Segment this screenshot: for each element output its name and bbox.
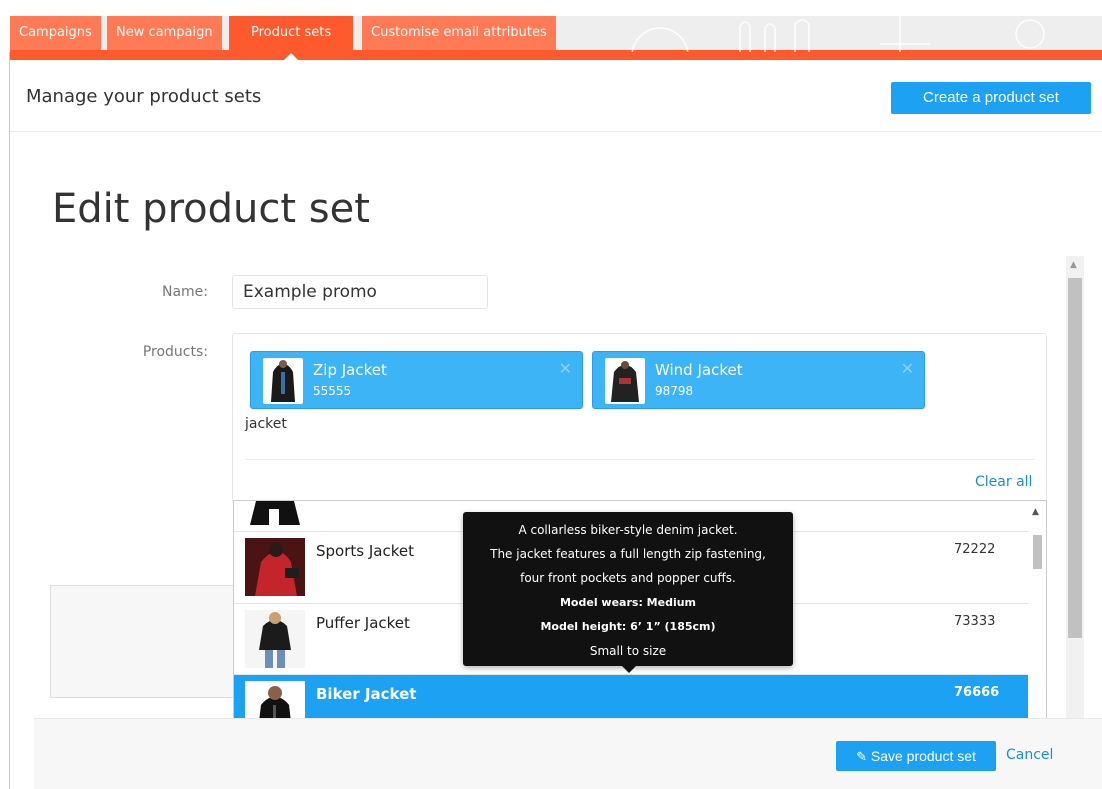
tab-product-sets[interactable]: Product sets — [229, 16, 354, 60]
tooltip-line: A collarless biker-style denim jacket. — [518, 523, 738, 537]
chip-product-id: 98798 — [655, 384, 694, 398]
edit-product-set-title: Edit product set — [52, 186, 370, 232]
product-thumbnail — [245, 610, 305, 668]
clear-all-link[interactable]: Clear all — [975, 474, 1032, 490]
product-thumbnail — [605, 358, 645, 404]
tooltip-line: Small to size — [589, 644, 667, 658]
page-header: Manage your product sets Create a produc… — [10, 62, 1102, 132]
edit-icon: ✎ — [856, 749, 867, 764]
scroll-up-arrow-icon[interactable]: ▲ — [1070, 260, 1077, 270]
scroll-up-arrow-icon[interactable]: ▲ — [1032, 507, 1039, 517]
page-scrollbar-thumb[interactable] — [1068, 278, 1082, 638]
tab-new-campaign[interactable]: New campaign — [107, 16, 222, 50]
selected-product-chip[interactable]: Wind Jacket 98798 ✕ — [592, 351, 925, 409]
product-name: Sports Jacket — [316, 542, 414, 560]
chip-product-id: 55555 — [313, 384, 352, 398]
chip-product-name: Zip Jacket — [313, 361, 387, 379]
product-thumbnail — [245, 501, 305, 525]
page-left-border — [9, 52, 10, 789]
tooltip-line: Model wears: Medium — [559, 596, 697, 609]
selected-product-chip[interactable]: Zip Jacket 55555 ✕ — [250, 351, 583, 409]
active-tab-caret — [284, 53, 299, 60]
product-name: Puffer Jacket — [316, 614, 410, 632]
list-scrollbar[interactable]: ▲ — [1028, 501, 1046, 737]
create-product-set-button[interactable]: Create a product set — [891, 82, 1091, 114]
product-name: Biker Jacket — [316, 685, 417, 703]
divider — [245, 459, 1035, 460]
list-scrollbar-thumb[interactable] — [1033, 535, 1042, 569]
product-id: 72222 — [954, 542, 996, 557]
cancel-link[interactable]: Cancel — [1006, 747, 1053, 763]
decorative-background-pattern — [631, 16, 1045, 52]
product-id: 73333 — [954, 614, 996, 629]
tooltip-line: The jacket features a full length zip fa… — [490, 547, 766, 561]
close-icon[interactable]: ✕ — [901, 359, 914, 378]
product-thumbnail — [263, 358, 303, 404]
tooltip-line: Model height: 6’ 1” (185cm) — [540, 620, 716, 633]
tooltip-arrow — [622, 666, 636, 673]
chip-product-name: Wind Jacket — [655, 361, 743, 379]
tab-customise-email-attributes[interactable]: Customise email attributes — [362, 16, 556, 50]
products-selector: Zip Jacket 55555 ✕ Wind Jacket 98798 ✕ — [232, 333, 1047, 503]
page-heading: Manage your product sets — [26, 86, 262, 107]
product-thumbnail — [245, 538, 305, 596]
products-label: Products: — [142, 344, 208, 360]
tab-product-sets-label: Product sets — [251, 25, 332, 40]
top-tab-bar: Campaigns New campaign Product sets Cust… — [10, 16, 1102, 60]
page-scrollbar[interactable]: ▲ — [1066, 256, 1084, 718]
name-label: Name: — [161, 284, 208, 300]
name-field[interactable]: Example promo — [232, 275, 488, 309]
product-description-tooltip: A collarless biker-style denim jacket. T… — [463, 512, 793, 673]
save-product-set-button[interactable]: ✎ Save product set — [836, 741, 996, 771]
product-search-input[interactable]: jacket — [245, 416, 287, 432]
tab-campaigns[interactable]: Campaigns — [10, 16, 101, 50]
save-button-label: Save product set — [870, 748, 976, 764]
product-id: 76666 — [954, 685, 1000, 700]
close-icon[interactable]: ✕ — [559, 359, 572, 378]
tooltip-line: four front pockets and popper cuffs. — [520, 571, 736, 585]
